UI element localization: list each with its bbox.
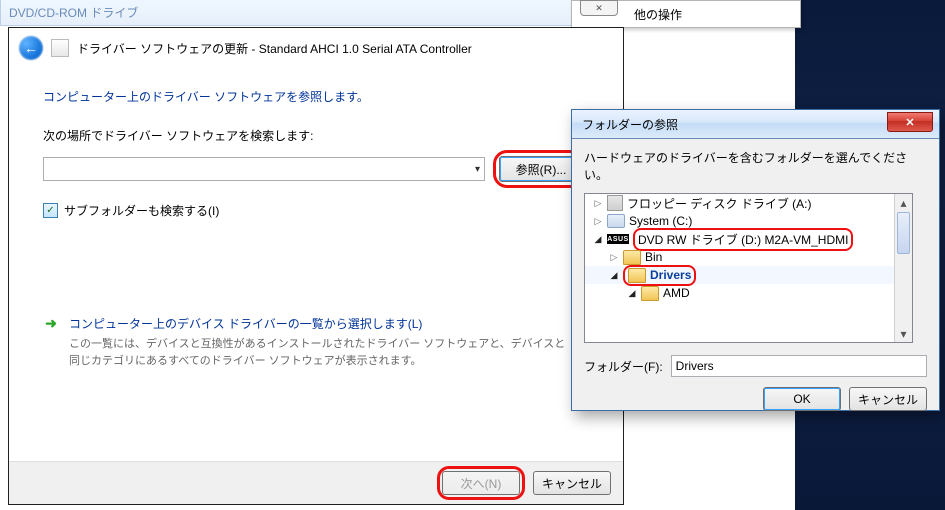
next-button[interactable]: 次へ(N) <box>442 471 520 495</box>
tree-node-floppy[interactable]: ▷ フロッピー ディスク ドライブ (A:) <box>585 194 912 212</box>
pick-from-list-description: この一覧には、デバイスと互換性があるインストールされたドライバー ソフトウェアと… <box>69 336 569 369</box>
context-menu-popup: ✕ 他の操作 <box>571 0 801 28</box>
tree-label: AMD <box>663 286 690 300</box>
floppy-icon <box>607 195 623 211</box>
expander-icon[interactable]: ◢ <box>627 288 637 299</box>
wizard-heading: コンピューター上のドライバー ソフトウェアを参照します。 <box>43 88 589 105</box>
scroll-thumb[interactable] <box>897 212 910 254</box>
context-menu-item[interactable]: 他の操作 <box>634 6 682 23</box>
asus-icon: ASUS <box>607 234 629 244</box>
driver-update-wizard: ← ドライバー ソフトウェアの更新 - Standard AHCI 1.0 Se… <box>8 27 624 505</box>
include-subfolders-label: サブフォルダーも検索する(I) <box>64 202 219 219</box>
tree-label: フロッピー ディスク ドライブ (A:) <box>627 195 812 212</box>
tree-label: DVD RW ドライブ (D:) M2A-VM_HDMI <box>638 233 848 247</box>
selected-folder-label: フォルダー(F): <box>584 358 663 375</box>
tree-node-drivers[interactable]: ◢ Drivers <box>585 266 912 284</box>
folder-cancel-button[interactable]: キャンセル <box>849 387 927 411</box>
drive-icon <box>607 214 625 228</box>
scroll-down-icon[interactable]: ▾ <box>895 325 912 342</box>
expander-icon[interactable]: ◢ <box>609 270 619 281</box>
wizard-title: ドライバー ソフトウェアの更新 - Standard AHCI 1.0 Seri… <box>77 40 472 57</box>
tree-label: Bin <box>645 250 662 264</box>
pick-from-list-title: コンピューター上のデバイス ドライバーの一覧から選択します(L) <box>69 315 569 332</box>
expander-icon[interactable]: ▷ <box>593 216 603 227</box>
tree-label: Drivers <box>650 268 691 282</box>
device-icon <box>51 39 69 57</box>
expander-icon[interactable]: ▷ <box>593 198 603 209</box>
annotation-highlight: Drivers <box>623 265 696 286</box>
wizard-titlebar: ← ドライバー ソフトウェアの更新 - Standard AHCI 1.0 Se… <box>9 28 623 68</box>
folder-icon <box>628 268 646 283</box>
tree-node-bin[interactable]: ▷ Bin <box>585 248 912 266</box>
folder-browse-dialog: フォルダーの参照 ✕ ハードウェアのドライバーを含むフォルダーを選んでください。… <box>571 109 940 411</box>
expander-icon[interactable]: ▷ <box>609 252 619 263</box>
search-location-label: 次の場所でドライバー ソフトウェアを検索します: <box>43 127 589 144</box>
selected-folder-input[interactable] <box>671 355 927 377</box>
folder-icon <box>641 286 659 301</box>
folder-tree[interactable]: ▷ フロッピー ディスク ドライブ (A:) ▷ System (C:) ◢ A… <box>584 193 913 343</box>
tree-scrollbar[interactable]: ▴ ▾ <box>894 194 912 342</box>
context-menu-close-button[interactable]: ✕ <box>580 0 618 16</box>
pick-from-list-link[interactable]: ➜ コンピューター上のデバイス ドライバーの一覧から選択します(L) この一覧に… <box>43 315 589 369</box>
wizard-footer: 次へ(N) キャンセル <box>9 461 623 504</box>
close-button[interactable]: ✕ <box>887 112 933 132</box>
annotation-highlight: 次へ(N) <box>437 466 525 500</box>
search-path-combobox[interactable]: ▾ <box>43 157 485 181</box>
tree-node-amd[interactable]: ◢ AMD <box>585 284 912 302</box>
annotation-highlight: DVD RW ドライブ (D:) M2A-VM_HDMI <box>633 228 853 251</box>
tree-label: System (C:) <box>629 214 692 228</box>
ok-button[interactable]: OK <box>763 387 841 411</box>
folder-dialog-title: フォルダーの参照 <box>582 116 678 133</box>
folder-dialog-titlebar: フォルダーの参照 ✕ <box>572 110 939 139</box>
cizard-cancel-button[interactable]: キャンセル <box>533 471 611 495</box>
folder-dialog-instruction: ハードウェアのドライバーを含むフォルダーを選んでください。 <box>584 149 927 183</box>
expander-icon[interactable]: ◢ <box>593 234 603 245</box>
tree-node-dvd-d[interactable]: ◢ ASUS DVD RW ドライブ (D:) M2A-VM_HDMI <box>585 230 912 248</box>
chevron-down-icon: ▾ <box>475 164 480 175</box>
folder-icon <box>623 250 641 265</box>
back-button[interactable]: ← <box>19 36 43 60</box>
blurred-background-strip: DVD/CD-ROM ドライブ <box>0 0 630 26</box>
arrow-left-icon: ← <box>24 40 38 56</box>
include-subfolders-checkbox[interactable]: ✓ <box>43 203 58 218</box>
arrow-right-icon: ➜ <box>43 315 59 331</box>
scroll-up-icon[interactable]: ▴ <box>895 194 912 211</box>
